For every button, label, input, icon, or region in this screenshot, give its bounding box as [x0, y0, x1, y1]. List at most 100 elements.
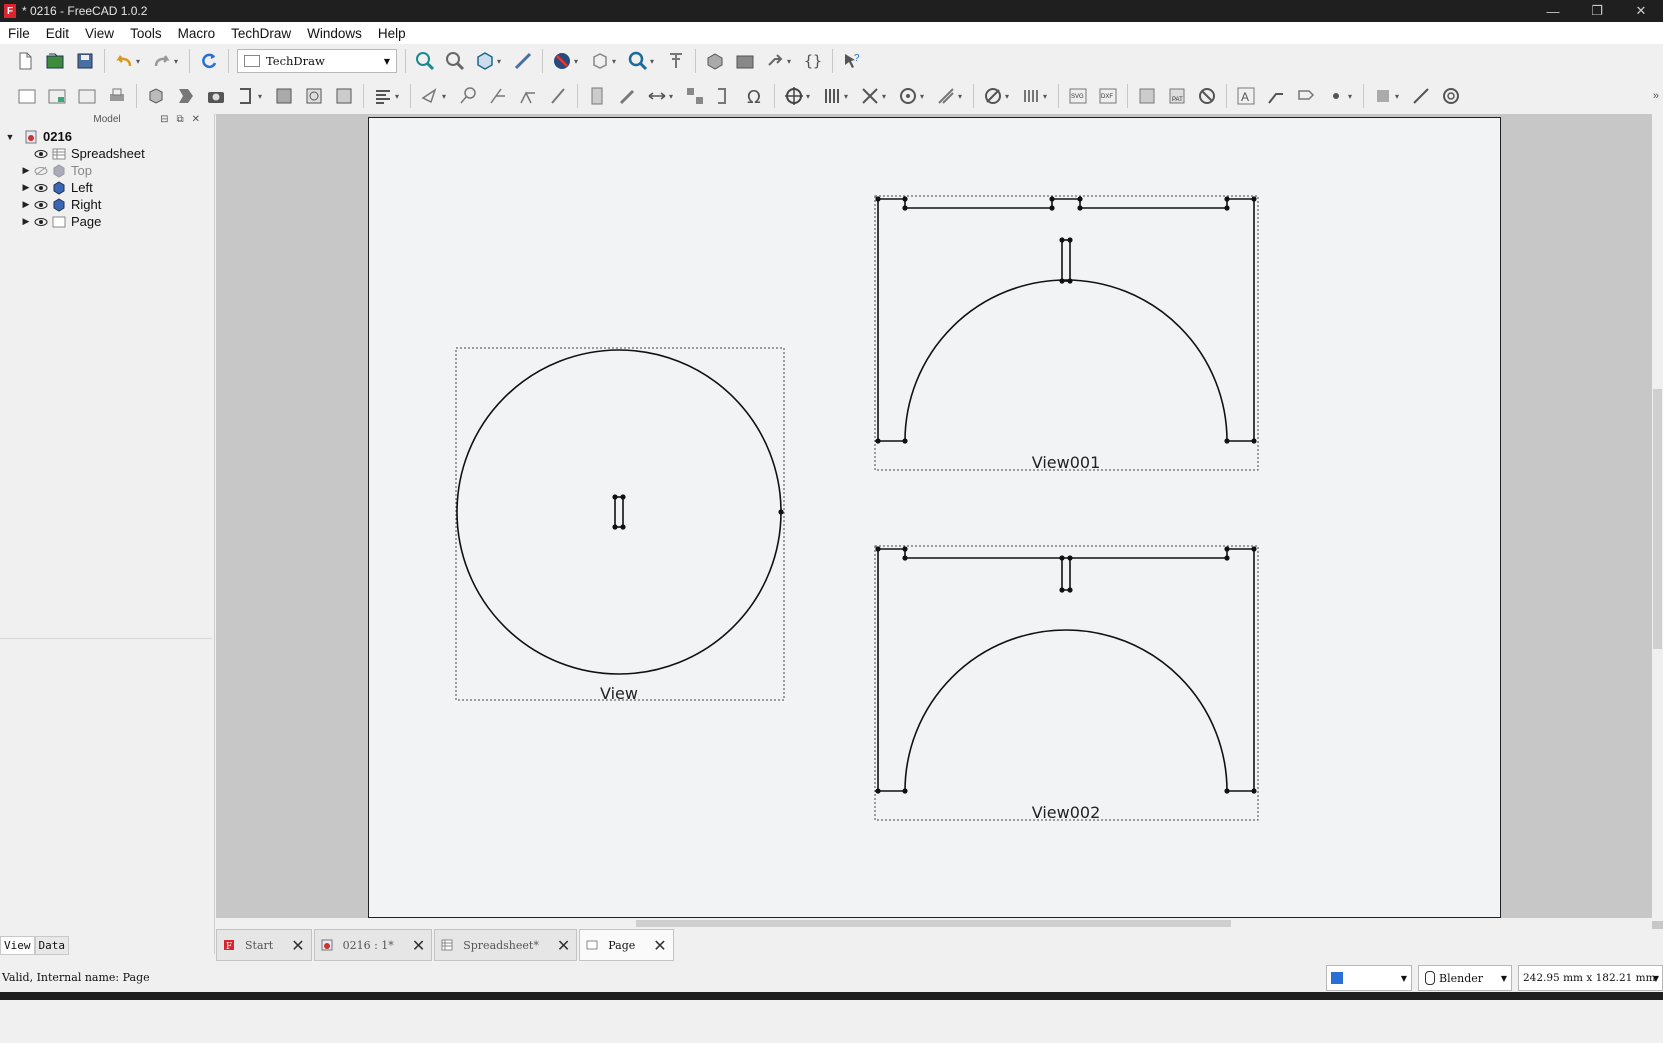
point-icon[interactable] [1325, 85, 1347, 107]
tree-item-page[interactable]: ▶ Page [0, 213, 214, 230]
tab-start[interactable]: F Start ✕ [216, 929, 312, 961]
measure-icon[interactable] [512, 50, 534, 72]
tab-page[interactable]: Page ✕ [579, 929, 674, 961]
expand-icon[interactable]: ▶ [22, 199, 30, 210]
link-icon[interactable] [764, 50, 786, 72]
expand-icon[interactable]: ▶ [22, 165, 30, 176]
new-page-template-icon[interactable] [46, 85, 68, 107]
projection-group-icon[interactable] [235, 85, 257, 107]
part-icon[interactable] [704, 50, 726, 72]
menu-windows[interactable]: Windows [299, 26, 370, 41]
geom-hatch-icon[interactable]: PAT [1166, 85, 1188, 107]
hatch-face-icon[interactable] [1136, 85, 1158, 107]
new-document-icon[interactable] [14, 50, 36, 72]
draw-style-selector[interactable]: ▼ [1326, 965, 1412, 991]
redraw-page-icon[interactable] [76, 85, 98, 107]
collapse-icon[interactable]: ▼ [4, 132, 16, 142]
detail-view-icon[interactable] [303, 85, 325, 107]
minimize-button[interactable]: — [1531, 0, 1575, 22]
tree-item-left[interactable]: ▶ Left [0, 179, 214, 196]
camera-icon[interactable] [205, 85, 227, 107]
eye-icon[interactable] [34, 149, 48, 159]
menu-macro[interactable]: Macro [170, 26, 224, 41]
fit-selection-icon[interactable] [444, 50, 466, 72]
insert-view-icon[interactable] [145, 85, 167, 107]
hole-shaft-fit-icon[interactable] [547, 85, 569, 107]
workbench-selector[interactable]: TechDraw ▼ [237, 49, 397, 73]
dimension-readout[interactable]: 242.95 mm x 182.21 mm ▼ [1518, 965, 1663, 991]
rich-text-icon[interactable]: A [1235, 85, 1257, 107]
dimension-icon[interactable] [646, 85, 668, 107]
eye-icon[interactable] [34, 217, 48, 227]
expand-icon[interactable]: ▶ [22, 182, 30, 193]
save-icon[interactable] [74, 50, 96, 72]
cosmetic-vertex-icon[interactable] [714, 85, 736, 107]
midpoint-icon[interactable] [1372, 85, 1394, 107]
tree-item-top[interactable]: ▶ Top [0, 162, 214, 179]
menu-techdraw[interactable]: TechDraw [223, 26, 299, 41]
close-icon[interactable]: ✕ [291, 936, 304, 955]
balloon-icon[interactable] [1295, 85, 1317, 107]
align-icon[interactable] [372, 85, 394, 107]
export-dxf-icon[interactable]: DXF [1097, 85, 1119, 107]
zoom-icon[interactable] [627, 50, 649, 72]
annotation-icon[interactable] [616, 85, 638, 107]
symbol-icon[interactable]: Ω [744, 85, 766, 107]
circle-centerline-icon[interactable] [897, 85, 919, 107]
bounding-box-icon[interactable] [589, 50, 611, 72]
scroll-thumb[interactable] [1653, 389, 1662, 649]
menu-file[interactable]: File [0, 26, 38, 41]
whats-this-icon[interactable]: ? [841, 50, 863, 72]
tab-view[interactable]: View [0, 936, 35, 955]
extend-lines-icon[interactable] [684, 85, 706, 107]
group-icon[interactable] [734, 50, 756, 72]
close-icon[interactable]: ✕ [653, 936, 666, 955]
eye-icon[interactable] [34, 200, 48, 210]
menu-edit[interactable]: Edit [38, 26, 77, 41]
surface-finish-icon[interactable] [517, 85, 539, 107]
tree-item-right[interactable]: ▶ Right [0, 196, 214, 213]
vertical-scrollbar[interactable] [1652, 114, 1663, 921]
minimize-panel-icon[interactable]: ⊟ [160, 114, 176, 125]
clip-group-icon[interactable] [419, 85, 441, 107]
cosmetic-edge-icon[interactable] [859, 85, 881, 107]
fit-all-icon[interactable] [414, 50, 436, 72]
circle-icon[interactable] [1440, 85, 1462, 107]
macro-braces-icon[interactable]: {} [802, 50, 824, 72]
spreadsheet-view-icon[interactable] [586, 85, 608, 107]
menu-help[interactable]: Help [370, 26, 414, 41]
isometric-view-icon[interactable] [474, 50, 496, 72]
menu-tools[interactable]: Tools [122, 26, 170, 41]
weld-symbol-icon[interactable] [487, 85, 509, 107]
hatch-icon[interactable] [821, 85, 843, 107]
close-icon[interactable]: ✕ [557, 936, 570, 955]
restore-button[interactable]: ❐ [1575, 0, 1619, 22]
leader-line-icon[interactable] [457, 85, 479, 107]
tree-item-spreadsheet[interactable]: Spreadsheet [0, 145, 214, 162]
diameter-icon[interactable] [982, 85, 1004, 107]
toolbar-overflow-icon[interactable]: » [1653, 90, 1659, 102]
new-page-icon[interactable] [16, 85, 38, 107]
line-icon[interactable] [1410, 85, 1432, 107]
draw-style-icon[interactable] [551, 50, 573, 72]
scroll-thumb[interactable] [636, 920, 1231, 927]
thread-icon[interactable] [1020, 85, 1042, 107]
menu-view[interactable]: View [77, 26, 122, 41]
horizontal-scrollbar[interactable] [216, 918, 1652, 929]
tab-data[interactable]: Data [34, 936, 69, 955]
open-document-icon[interactable] [44, 50, 66, 72]
draft-view-icon[interactable] [333, 85, 355, 107]
centerline-icon[interactable] [783, 85, 805, 107]
redo-icon[interactable] [151, 50, 173, 72]
undo-icon[interactable] [113, 50, 135, 72]
print-all-icon[interactable] [106, 85, 128, 107]
chamfer-icon[interactable] [935, 85, 957, 107]
close-panel-icon[interactable]: ✕ [192, 114, 208, 125]
section-view-icon[interactable] [273, 85, 295, 107]
measure-distance-icon[interactable] [665, 50, 687, 72]
close-window-button[interactable]: ✕ [1619, 0, 1663, 22]
navigation-style-selector[interactable]: Blender ▼ [1418, 965, 1512, 991]
tree-root[interactable]: ▼ 0216 [0, 128, 214, 145]
refresh-icon[interactable] [198, 50, 220, 72]
close-icon[interactable]: ✕ [412, 936, 425, 955]
